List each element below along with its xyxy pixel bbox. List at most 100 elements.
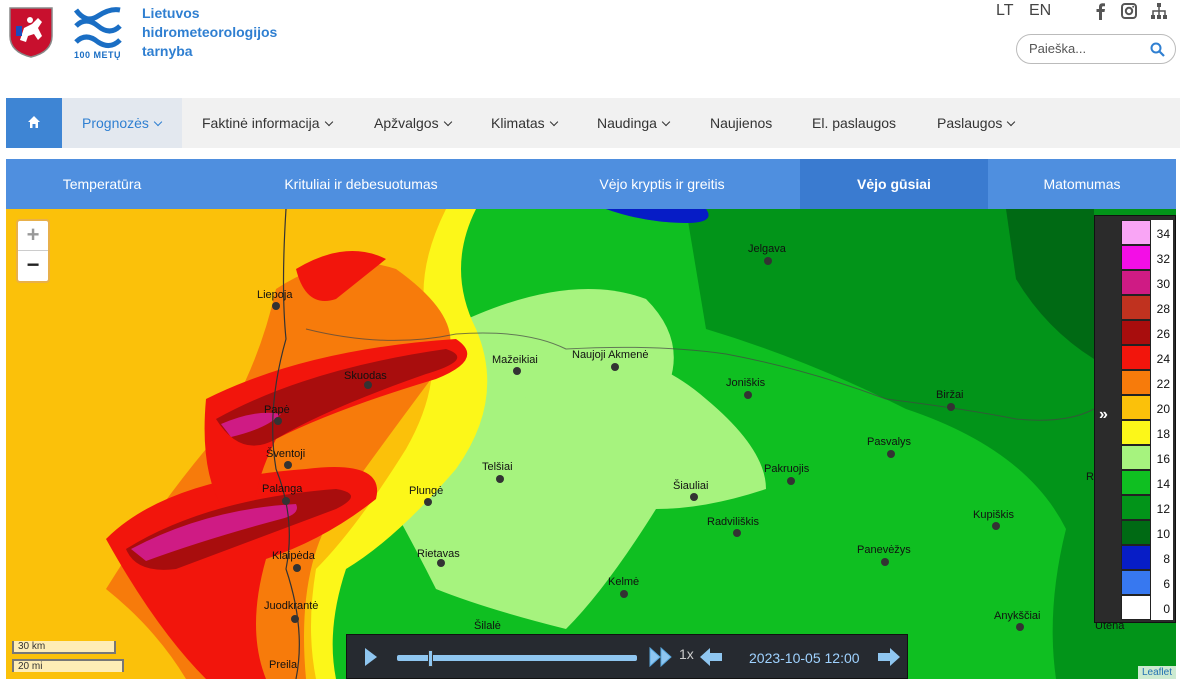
nav-item-label: El. paslaugos xyxy=(812,115,897,131)
chevron-down-icon xyxy=(661,117,671,127)
tab-vejo-kryptis-ir-greitis[interactable]: Vėjo kryptis ir greitis xyxy=(524,159,800,209)
city-marker[interactable] xyxy=(947,403,955,411)
instagram-icon[interactable] xyxy=(1120,2,1138,20)
city-label: Joniškis xyxy=(726,377,766,389)
city-marker[interactable] xyxy=(513,367,521,375)
nav-item-paslaugos[interactable]: Paslaugos xyxy=(937,98,1016,148)
sitemap-icon[interactable] xyxy=(1150,2,1168,20)
fast-forward-icon[interactable] xyxy=(649,647,673,667)
nav-item-el-paslaugos[interactable]: El. paslaugos xyxy=(812,98,896,148)
city-label: Preila xyxy=(269,659,298,671)
search-input[interactable] xyxy=(1029,41,1149,56)
legend-label: 14 xyxy=(1151,470,1173,495)
legend-label: 20 xyxy=(1151,395,1173,420)
wind-gust-heatmap xyxy=(6,209,1176,679)
city-marker[interactable] xyxy=(282,497,290,505)
nav-item-klimatas[interactable]: Klimatas xyxy=(491,98,558,148)
city-marker[interactable] xyxy=(272,302,280,310)
nav-item-label: Paslaugos xyxy=(937,115,1003,131)
city-marker[interactable] xyxy=(437,559,445,567)
facebook-icon[interactable] xyxy=(1092,2,1110,20)
city-marker[interactable] xyxy=(887,450,895,458)
map[interactable]: + − Jelgava Liepoja Mažeikiai Naujoji Ak… xyxy=(6,209,1176,679)
city-label: Liepoja xyxy=(257,289,293,301)
city-label: Skuodas xyxy=(344,370,387,382)
nav-item-prognozes[interactable]: Prognozės xyxy=(62,98,182,148)
city-marker[interactable] xyxy=(690,493,698,501)
city-marker[interactable] xyxy=(291,615,299,623)
lang-en-link[interactable]: EN xyxy=(1029,2,1051,20)
city-label: Šilalė xyxy=(474,620,501,632)
org-name[interactable]: Lietuvos hidrometeorologijos tarnyba xyxy=(142,4,277,61)
lhmt-logo-icon[interactable] xyxy=(72,4,124,56)
legend-label: 16 xyxy=(1151,445,1173,470)
city-marker[interactable] xyxy=(274,417,282,425)
nav-item-label: Klimatas xyxy=(491,115,545,131)
city-marker[interactable] xyxy=(881,558,889,566)
legend-swatch xyxy=(1121,495,1151,520)
city-label: Radviliškis xyxy=(707,516,759,528)
zoom-out-button[interactable]: − xyxy=(18,251,48,281)
legend-swatch xyxy=(1121,270,1151,295)
play-icon[interactable] xyxy=(363,647,379,667)
city-marker[interactable] xyxy=(787,477,795,485)
tab-matomumas[interactable]: Matomumas xyxy=(988,159,1176,209)
speed-toggle[interactable]: 1x xyxy=(679,646,694,662)
legend-label: 8 xyxy=(1151,545,1173,570)
nav-item-naujienos[interactable]: Naujienos xyxy=(710,98,772,148)
city-marker[interactable] xyxy=(284,461,292,469)
city-marker[interactable] xyxy=(293,564,301,572)
wind-gust-legend: » 34 32 30 28 26 24 22 20 18 16 14 12 10… xyxy=(1094,215,1176,623)
time-slider-track[interactable] xyxy=(397,655,637,661)
nav-item-apzvalgos[interactable]: Apžvalgos xyxy=(374,98,452,148)
nav-item-faktine-informacija[interactable]: Faktinė informacija xyxy=(202,98,333,148)
tab-vejo-gusiai[interactable]: Vėjo gūsiai xyxy=(800,159,988,209)
nav-item-label: Prognozės xyxy=(82,115,149,131)
legend-swatch xyxy=(1121,295,1151,320)
attribution-link[interactable]: Leaflet xyxy=(1137,666,1176,679)
city-label: Juodkrantė xyxy=(264,600,319,612)
city-marker[interactable] xyxy=(364,381,372,389)
legend-label: 26 xyxy=(1151,320,1173,345)
city-label: Naujoji Akmenė xyxy=(572,349,649,361)
scale-mi: 20 mi xyxy=(12,659,124,672)
legend-swatch xyxy=(1121,520,1151,545)
zoom-in-button[interactable]: + xyxy=(18,221,48,251)
nav-home-button[interactable] xyxy=(6,98,62,148)
nav-item-naudinga[interactable]: Naudinga xyxy=(597,98,671,148)
city-marker[interactable] xyxy=(764,257,772,265)
city-marker[interactable] xyxy=(620,590,628,598)
legend-swatch xyxy=(1121,470,1151,495)
tab-krituliai-ir-debesuotumas[interactable]: Krituliai ir debesuotumas xyxy=(198,159,524,209)
legend-label: 10 xyxy=(1151,520,1173,545)
city-label: Klaipėda xyxy=(272,550,315,562)
search-icon[interactable] xyxy=(1150,42,1165,57)
double-chevron-right-icon[interactable]: » xyxy=(1099,406,1108,424)
legend-swatch xyxy=(1121,370,1151,395)
city-marker[interactable] xyxy=(733,529,741,537)
city-marker[interactable] xyxy=(496,475,504,483)
city-label: Rietavas xyxy=(417,548,460,560)
legend-label: 32 xyxy=(1151,245,1173,270)
legend-swatch xyxy=(1121,545,1151,570)
city-marker[interactable] xyxy=(1016,623,1024,631)
city-marker[interactable] xyxy=(424,498,432,506)
chevron-down-icon xyxy=(443,117,452,127)
arrow-right-icon[interactable] xyxy=(877,647,901,667)
city-marker[interactable] xyxy=(744,391,752,399)
arrow-left-icon[interactable] xyxy=(699,647,723,667)
city-marker[interactable] xyxy=(611,363,619,371)
time-slider-thumb[interactable] xyxy=(428,650,433,667)
city-label: Papė xyxy=(264,404,290,416)
city-label: Kupiškis xyxy=(973,509,1014,521)
city-label: R xyxy=(1086,471,1094,483)
city-label: Pakruojis xyxy=(764,463,810,475)
home-icon xyxy=(28,116,40,128)
legend-swatch xyxy=(1121,570,1151,595)
time-player: 1x 2023-10-05 12:00 xyxy=(346,634,908,679)
legend-swatch xyxy=(1121,245,1151,270)
tab-temperatura[interactable]: Temperatūra xyxy=(6,159,198,209)
city-marker[interactable] xyxy=(992,522,1000,530)
lang-lt-link[interactable]: LT xyxy=(996,2,1013,20)
legend-label: 28 xyxy=(1151,295,1173,320)
